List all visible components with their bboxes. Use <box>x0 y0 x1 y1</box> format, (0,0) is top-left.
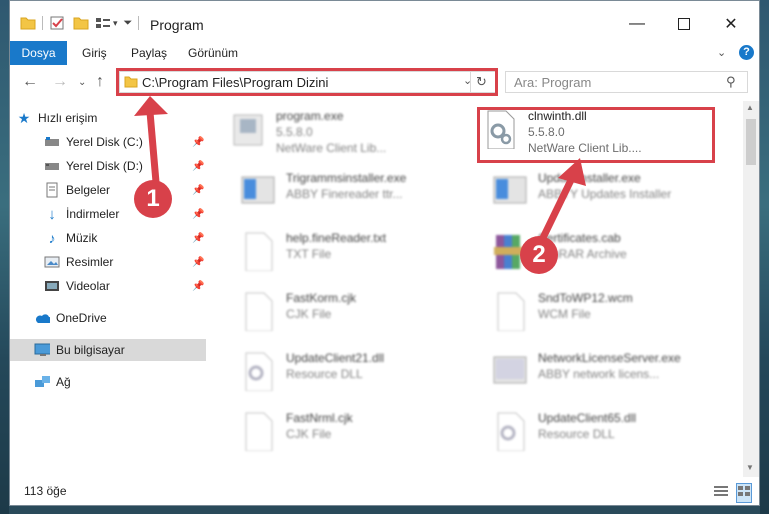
arrow-to-dll-file <box>536 176 576 246</box>
annotation-arrows <box>134 96 586 246</box>
arrow-head-dll <box>558 158 586 186</box>
arrow-to-address-bar <box>146 111 160 183</box>
step-two-badge: 2 <box>520 236 558 274</box>
step-one-badge: 1 <box>134 180 172 218</box>
arrow-head-address <box>134 96 168 116</box>
